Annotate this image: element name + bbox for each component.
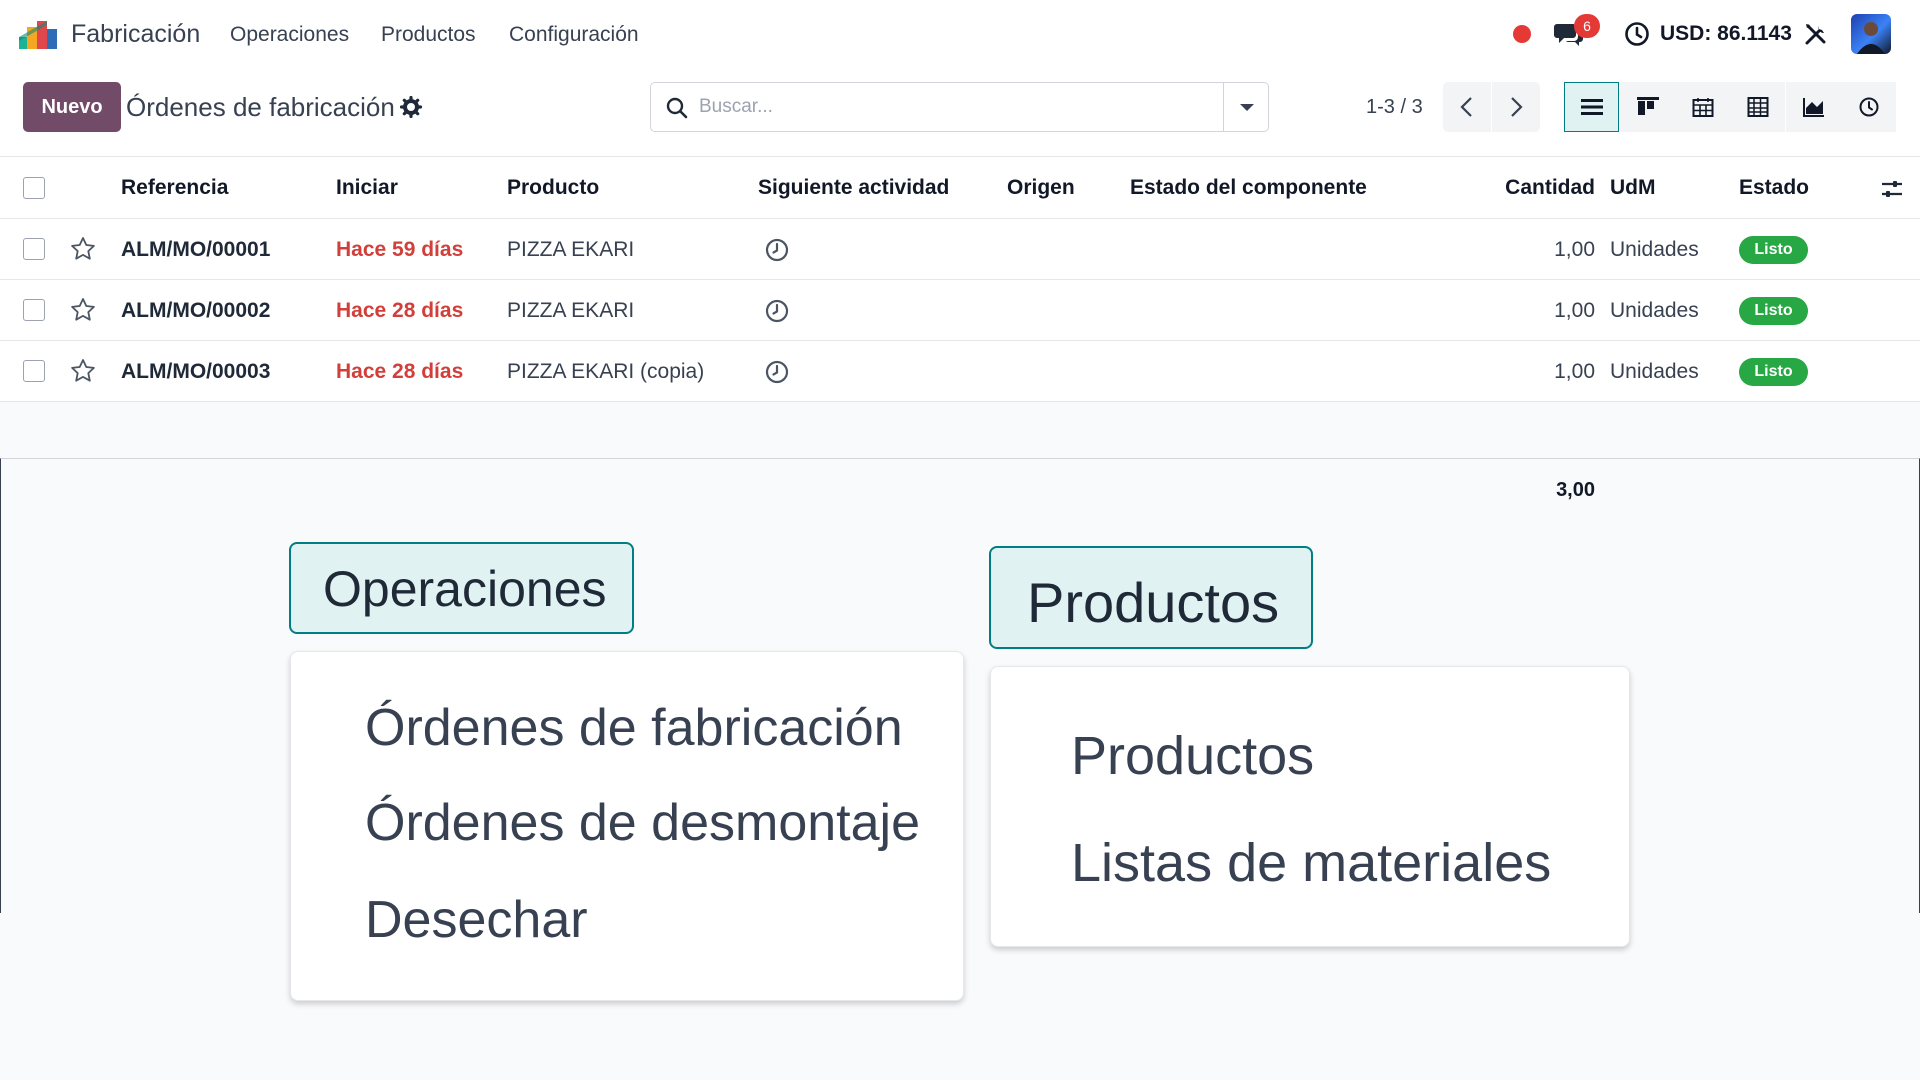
column-header-product[interactable]: Producto: [507, 176, 599, 200]
row-checkbox[interactable]: [23, 360, 45, 382]
chevron-left-icon: [1460, 97, 1472, 117]
kanban-view-button[interactable]: [1620, 82, 1675, 132]
row-uom: Unidades: [1610, 360, 1699, 383]
row-start-date: Hace 59 días: [336, 238, 464, 261]
status-badge: Listo: [1739, 297, 1808, 325]
recording-indicator-icon[interactable]: [1513, 25, 1531, 43]
app-name[interactable]: Fabricación: [71, 20, 200, 49]
control-panel: Nuevo Órdenes de fabricación 1-3 / 3: [0, 70, 1920, 157]
pivot-view-button[interactable]: [1730, 82, 1785, 132]
row-quantity: 1,00: [1554, 360, 1595, 383]
activity-clock-icon[interactable]: [1624, 21, 1650, 47]
user-avatar[interactable]: [1851, 14, 1891, 54]
chat-count-badge: 6: [1574, 14, 1600, 38]
list-view-icon: [1580, 99, 1603, 115]
zoom-item-products[interactable]: Productos: [1071, 725, 1314, 787]
column-header-state[interactable]: Estado: [1739, 176, 1809, 200]
search-options-toggle[interactable]: [1223, 83, 1268, 131]
currency-rate[interactable]: USD: 86.1143: [1660, 22, 1792, 46]
breadcrumb: Órdenes de fabricación: [126, 92, 395, 122]
row-checkbox[interactable]: [23, 238, 45, 260]
menu-operaciones[interactable]: Operaciones: [230, 23, 349, 47]
column-header-next-activity[interactable]: Siguiente actividad: [758, 176, 949, 200]
row-uom: Unidades: [1610, 299, 1699, 322]
zoom-operations-tab-label: Operaciones: [323, 561, 607, 617]
clock-icon: [1859, 97, 1878, 117]
column-header-origin[interactable]: Origen: [1007, 176, 1075, 200]
table-row[interactable]: ALM/MO/00003 Hace 28 días PIZZA EKARI (c…: [0, 341, 1920, 402]
row-reference: ALM/MO/00002: [121, 299, 271, 322]
manufacturing-app-icon[interactable]: [19, 19, 59, 49]
star-icon[interactable]: [69, 235, 97, 263]
graph-view-button[interactable]: [1786, 82, 1841, 132]
zoom-products-menu: Productos Productos Listas de materiales: [988, 540, 1631, 957]
user-avatar-image: [1857, 22, 1885, 54]
kanban-view-icon: [1636, 97, 1659, 115]
menu-configuracion[interactable]: Configuración: [509, 23, 639, 47]
table-row[interactable]: ALM/MO/00002 Hace 28 días PIZZA EKARI 1,…: [0, 280, 1920, 341]
column-header-start[interactable]: Iniciar: [336, 176, 398, 200]
search-box[interactable]: [650, 82, 1269, 132]
zoom-item-unbuild-orders[interactable]: Órdenes de desmontaje: [365, 793, 920, 853]
search-input[interactable]: [699, 92, 1199, 122]
zoom-operations-dropdown: Órdenes de fabricación Órdenes de desmon…: [290, 651, 964, 1001]
row-reference: ALM/MO/00003: [121, 360, 271, 383]
column-header-uom[interactable]: UdM: [1610, 176, 1656, 200]
row-quantity: 1,00: [1554, 238, 1595, 261]
pager-previous-button[interactable]: [1443, 82, 1491, 132]
manufacturing-orders-list: Referencia Iniciar Producto Siguiente ac…: [0, 157, 1920, 402]
total-quantity: 3,00: [1556, 479, 1595, 501]
status-badge: Listo: [1739, 236, 1808, 264]
chevron-right-icon: [1511, 97, 1523, 117]
calendar-icon: [1692, 98, 1713, 117]
pager-value[interactable]: 1-3 / 3: [1366, 96, 1423, 119]
zoom-products-dropdown: Productos Listas de materiales: [990, 666, 1630, 947]
activity-clock-icon[interactable]: [764, 298, 790, 324]
zoom-products-tab-label: Productos: [1027, 571, 1280, 634]
star-icon[interactable]: [69, 296, 97, 324]
row-checkbox[interactable]: [23, 299, 45, 321]
table-row[interactable]: ALM/MO/00001 Hace 59 días PIZZA EKARI 1,…: [0, 219, 1920, 280]
zoom-item-scrap[interactable]: Desechar: [365, 890, 588, 950]
row-product: PIZZA EKARI: [507, 238, 635, 261]
status-badge: Listo: [1739, 358, 1808, 386]
star-icon[interactable]: [69, 357, 97, 385]
area-chart-icon: [1802, 98, 1824, 117]
row-quantity: 1,00: [1554, 299, 1595, 322]
list-view-button[interactable]: [1564, 82, 1619, 132]
column-header-reference[interactable]: Referencia: [121, 176, 228, 200]
zoom-operations-tab[interactable]: Operaciones: [289, 542, 634, 634]
row-product: PIZZA EKARI (copia): [507, 360, 705, 383]
pivot-table-icon: [1747, 97, 1768, 117]
zoom-operations-menu: Operaciones Órdenes de fabricación Órden…: [289, 540, 966, 1012]
row-start-date: Hace 28 días: [336, 299, 464, 322]
column-header-quantity[interactable]: Cantidad: [1505, 176, 1595, 200]
select-all-checkbox[interactable]: [23, 177, 45, 199]
search-icon: [666, 97, 688, 119]
row-uom: Unidades: [1610, 238, 1699, 261]
zoom-products-tab[interactable]: Productos: [989, 546, 1313, 649]
row-product: PIZZA EKARI: [507, 299, 635, 322]
activity-clock-icon[interactable]: [764, 237, 790, 263]
list-header: Referencia Iniciar Producto Siguiente ac…: [0, 157, 1920, 219]
activity-clock-icon[interactable]: [764, 359, 790, 385]
menu-productos[interactable]: Productos: [381, 23, 476, 47]
zoom-item-bills-of-materials[interactable]: Listas de materiales: [1071, 832, 1551, 894]
pager-next-button[interactable]: [1492, 82, 1540, 132]
optional-columns-icon[interactable]: [1880, 177, 1904, 201]
column-header-component-status[interactable]: Estado del componente: [1130, 176, 1367, 200]
new-button[interactable]: Nuevo: [23, 82, 121, 132]
debug-tools-icon[interactable]: [1803, 21, 1829, 47]
top-navbar: Fabricación Operaciones Productos Config…: [0, 0, 1920, 70]
activity-view-button[interactable]: [1841, 82, 1896, 132]
zoom-item-manufacturing-orders[interactable]: Órdenes de fabricación: [365, 698, 903, 758]
row-start-date: Hace 28 días: [336, 360, 464, 383]
gear-icon[interactable]: [400, 96, 422, 118]
calendar-view-button[interactable]: [1675, 82, 1730, 132]
row-reference: ALM/MO/00001: [121, 238, 271, 261]
